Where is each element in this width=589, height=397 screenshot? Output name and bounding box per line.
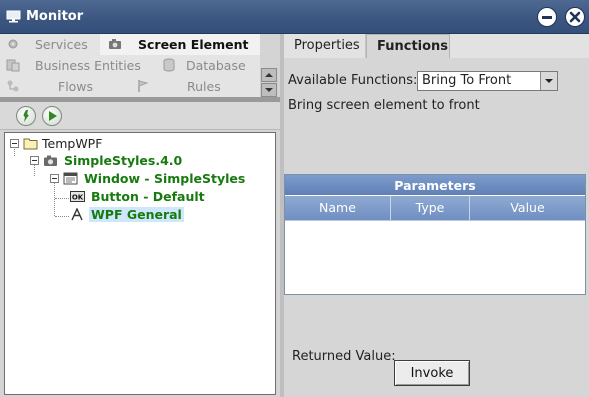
tab-bar: Properties Functions <box>284 34 589 58</box>
gear-icon <box>8 39 18 49</box>
dropdown-button[interactable] <box>540 72 557 90</box>
collapse-toggle[interactable] <box>30 156 39 165</box>
parameters-title: Parameters <box>394 178 476 193</box>
close-icon <box>569 11 581 23</box>
camera-icon <box>44 155 57 166</box>
monitor-icon <box>6 10 21 23</box>
flows-icon <box>7 80 19 92</box>
tree-node-label: TempWPF <box>42 136 103 151</box>
chevron-down-icon <box>545 79 553 83</box>
invoke-button[interactable]: Invoke <box>394 360 470 386</box>
tree-toolbar <box>0 102 280 130</box>
collapse-toggle[interactable] <box>50 174 59 183</box>
arrow-up-icon <box>265 73 273 77</box>
nav-label-screen-element: Screen Element <box>138 37 249 52</box>
nav-label-rules: Rules <box>187 79 221 94</box>
tree-node-label: WPF General <box>89 207 184 222</box>
nav-label-flows: Flows <box>58 79 94 94</box>
camera-icon <box>109 39 121 49</box>
nav-label-database: Database <box>186 58 246 73</box>
tree-node-label: Window - SimpleStyles <box>84 171 246 186</box>
minimize-button[interactable] <box>537 7 557 27</box>
svg-text:OK: OK <box>72 194 84 202</box>
left-pane: Services Screen Element Business Entitie… <box>0 34 280 397</box>
entities-icon <box>6 59 20 72</box>
function-description: Bring screen element to front <box>288 98 480 113</box>
column-label: Value <box>510 200 545 215</box>
nav-item-screen-element[interactable]: Screen Element <box>100 34 260 55</box>
column-label: Name <box>319 200 356 215</box>
parameters-header: Parameters <box>285 175 585 195</box>
title-bar: Monitor <box>0 0 589 34</box>
nav-item-database[interactable]: Database <box>150 55 260 76</box>
nav-item-rules[interactable]: Rules <box>130 76 260 97</box>
column-header-value[interactable]: Value <box>470 196 585 220</box>
minimize-icon <box>542 16 552 19</box>
capture-button[interactable] <box>16 106 36 126</box>
nav-label-business-entities: Business Entities <box>35 58 141 73</box>
available-functions-select[interactable]: Bring To Front <box>417 71 558 91</box>
functions-panel: Available Functions: Bring To Front Brin… <box>284 58 589 397</box>
capture-icon <box>23 110 29 122</box>
nav-item-services[interactable]: Services <box>0 34 100 55</box>
collapse-toggle[interactable] <box>10 139 19 148</box>
flag-icon <box>138 80 149 92</box>
tab-functions[interactable]: Functions <box>366 34 450 58</box>
nav-item-flows[interactable]: Flows <box>0 76 130 97</box>
element-tree[interactable]: TempWPF SimpleStyles.4.0 Window - Simple… <box>4 132 276 395</box>
parameters-body[interactable] <box>285 220 585 294</box>
window-icon <box>63 172 78 185</box>
scroll-down-button[interactable] <box>261 83 277 97</box>
tree-connector <box>55 198 69 199</box>
selected-function: Bring To Front <box>422 73 512 88</box>
tab-label: Functions <box>377 39 449 54</box>
available-functions-label: Available Functions: <box>288 73 418 88</box>
scroll-up-button[interactable] <box>261 68 277 82</box>
run-button[interactable] <box>42 106 62 126</box>
text-icon <box>71 208 83 221</box>
folder-icon <box>23 138 38 150</box>
arrow-down-icon <box>265 88 273 92</box>
ok-button-icon: OK <box>70 191 85 202</box>
column-header-type[interactable]: Type <box>391 196 470 220</box>
column-header-name[interactable]: Name <box>285 196 391 220</box>
nav-item-business-entities[interactable]: Business Entities <box>0 55 150 76</box>
tab-properties[interactable]: Properties <box>284 34 366 58</box>
close-button[interactable] <box>565 7 585 27</box>
returned-value-label: Returned Value: <box>292 349 396 364</box>
tree-node-label: SimpleStyles.4.0 <box>64 153 183 168</box>
tree-node-label: Button - Default <box>91 189 205 204</box>
tree-connector <box>55 216 69 217</box>
database-icon <box>163 58 175 72</box>
nav-label-services: Services <box>35 37 88 52</box>
category-navigator: Services Screen Element Business Entitie… <box>0 34 260 97</box>
play-icon <box>49 111 57 121</box>
nav-scrollbar[interactable] <box>260 68 278 97</box>
tab-label: Properties <box>294 38 360 53</box>
right-pane: Properties Functions Available Functions… <box>284 34 589 397</box>
window-title: Monitor <box>26 9 84 24</box>
parameters-grid[interactable]: Parameters Name Type Value <box>284 174 586 295</box>
column-label: Type <box>415 200 445 215</box>
